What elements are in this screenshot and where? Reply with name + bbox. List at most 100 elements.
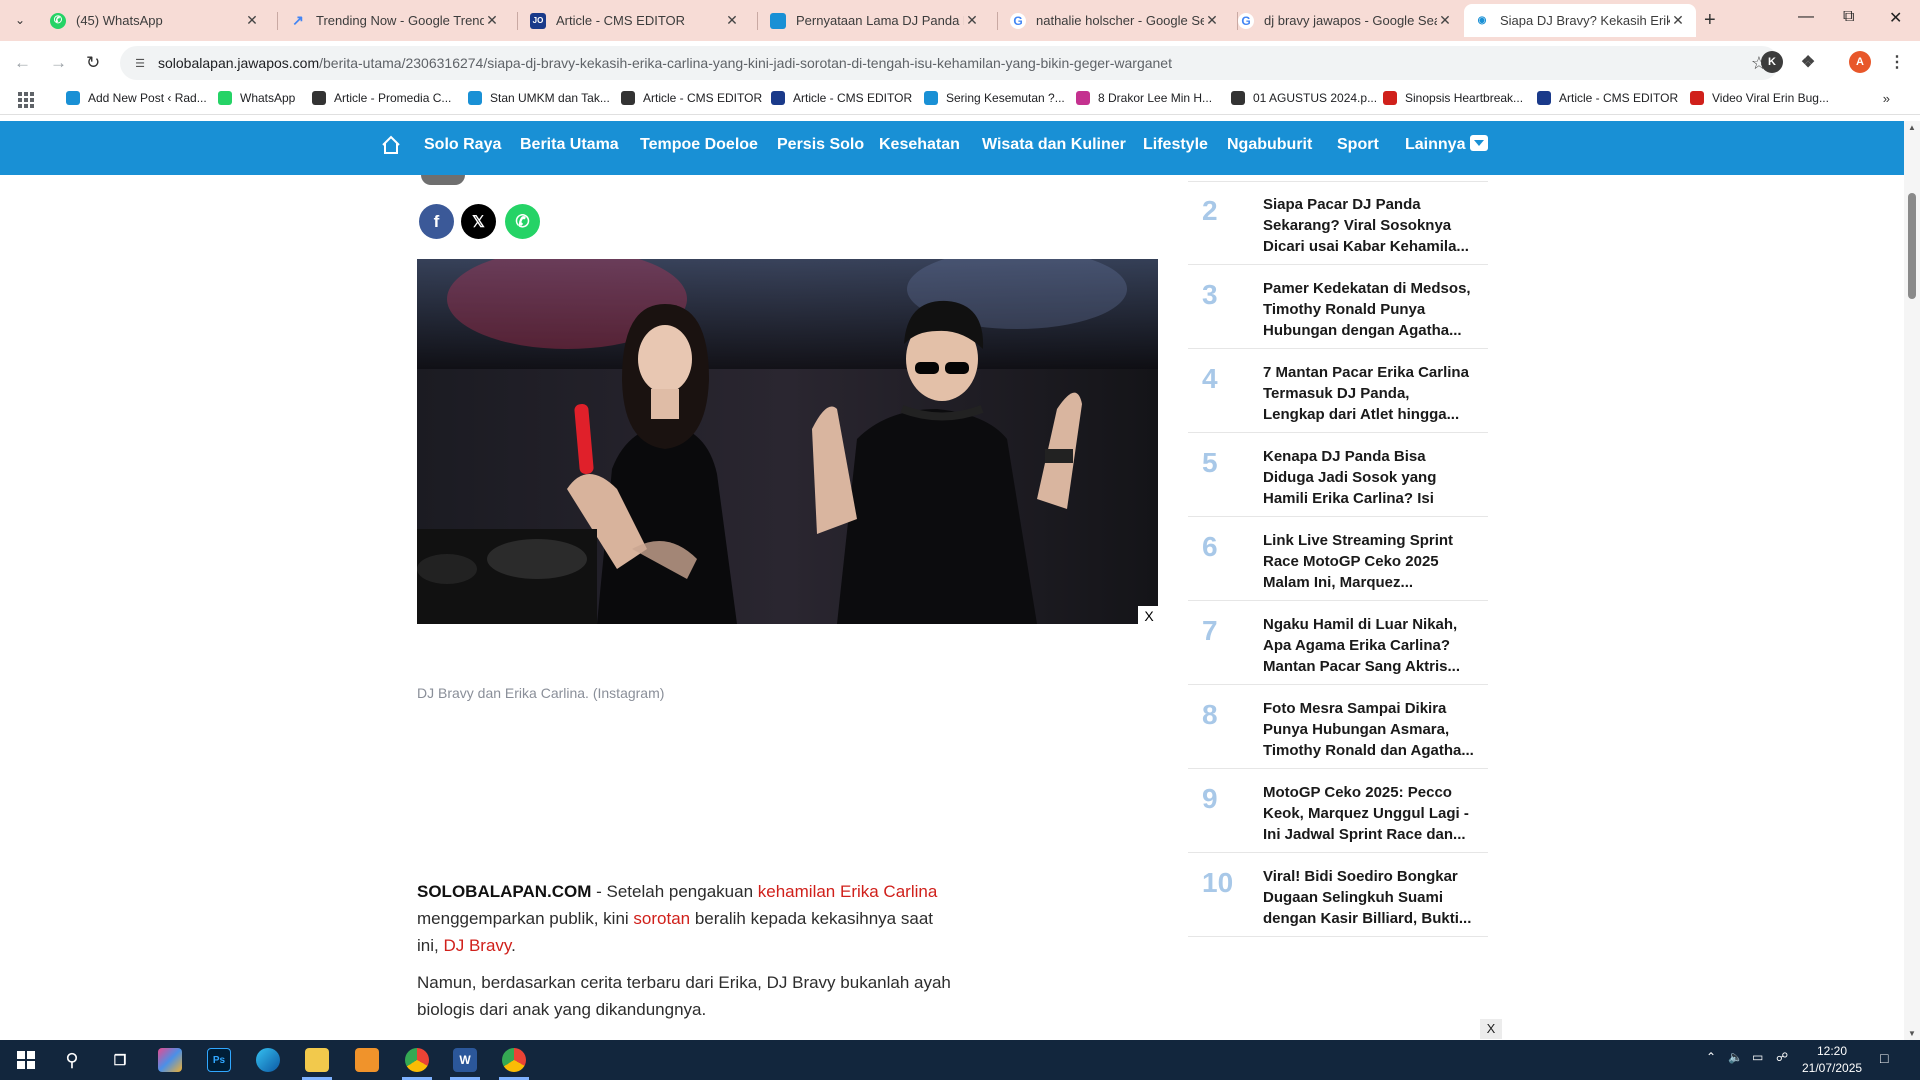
close-icon[interactable]: ✕: [1437, 12, 1453, 29]
popular-article-title[interactable]: Kenapa DJ Panda Bisa Diduga Jadi Sosok y…: [1263, 446, 1475, 509]
new-tab-icon[interactable]: +: [1704, 9, 1716, 32]
nav-item-berita-utama[interactable]: Berita Utama: [520, 136, 619, 154]
nav-item-ngabuburit[interactable]: Ngabuburit: [1227, 136, 1312, 154]
nav-item-tempoe-doeloe[interactable]: Tempoe Doeloe: [640, 136, 758, 154]
back-icon[interactable]: ←: [14, 53, 31, 73]
popular-article-title[interactable]: Siapa Pacar DJ Panda Sekarang? Viral Sos…: [1263, 194, 1475, 257]
url-text[interactable]: solobalapan.jawapos.com/berita-utama/230…: [158, 55, 1172, 71]
bookmark-item[interactable]: Article - CMS EDITOR: [1537, 91, 1678, 105]
windows-start-icon[interactable]: [14, 1048, 38, 1072]
popular-article-title[interactable]: Link Live Streaming Sprint Race MotoGP C…: [1263, 530, 1475, 593]
tab-pernyataan[interactable]: Pernyataan Lama DJ Panda Pun ✕: [760, 4, 990, 37]
whatsapp-share-icon[interactable]: ✆: [505, 204, 540, 239]
tab-whatsapp[interactable]: ✆ (45) WhatsApp ✕: [40, 4, 270, 37]
tab-active-article[interactable]: ◉ Siapa DJ Bravy? Kekasih Erika C ✕: [1464, 4, 1696, 37]
bookmark-item[interactable]: Add New Post ‹ Rad...: [66, 91, 207, 105]
window-close-icon[interactable]: ✕: [1889, 8, 1902, 28]
minimize-icon[interactable]: —: [1798, 8, 1814, 26]
link-sorotan[interactable]: sorotan: [633, 909, 690, 928]
popular-article-item[interactable]: 10 Viral! Bidi Soediro Bongkar Dugaan Sel…: [1188, 853, 1488, 937]
page-scrollbar[interactable]: ▲ ▼: [1904, 121, 1920, 1040]
word-icon[interactable]: W: [453, 1048, 477, 1072]
tab-google-search-2[interactable]: G dj bravy jawapos - Google Sear ✕: [1228, 4, 1463, 37]
network-icon[interactable]: ☍: [1776, 1050, 1788, 1064]
site-info-icon[interactable]: ☰: [132, 55, 148, 71]
popular-article-item[interactable]: 2 Siapa Pacar DJ Panda Sekarang? Viral So…: [1188, 181, 1488, 265]
chrome-icon[interactable]: [405, 1048, 429, 1072]
chevron-down-icon[interactable]: [1470, 135, 1488, 151]
extensions-puzzle-icon[interactable]: ❖: [1797, 51, 1819, 73]
close-icon[interactable]: ✕: [244, 12, 260, 29]
bookmark-item[interactable]: Sinopsis Heartbreak...: [1383, 91, 1523, 105]
notifications-icon[interactable]: □: [1880, 1050, 1888, 1066]
ad-close-button[interactable]: X: [1480, 1019, 1502, 1039]
nav-item-lifestyle[interactable]: Lifestyle: [1143, 136, 1208, 154]
popular-article-title[interactable]: Pamer Kedekatan di Medsos, Timothy Ronal…: [1263, 278, 1475, 341]
nav-item-kesehatan[interactable]: Kesehatan: [879, 136, 960, 154]
tab-cms-editor[interactable]: JO Article - CMS EDITOR ✕: [520, 4, 750, 37]
address-bar[interactable]: ☰ solobalapan.jawapos.com/berita-utama/2…: [120, 46, 1779, 80]
x-share-icon[interactable]: 𝕏: [461, 204, 496, 239]
speaker-muted-icon[interactable]: 🔈: [1728, 1050, 1743, 1064]
chrome-profile-icon[interactable]: [502, 1048, 526, 1072]
extension-avatar-icon[interactable]: K: [1761, 51, 1783, 73]
display-icon[interactable]: ▭: [1752, 1050, 1763, 1064]
popular-article-item[interactable]: 8 Foto Mesra Sampai Dikira Punya Hubungan…: [1188, 685, 1488, 769]
popular-article-item[interactable]: 3 Pamer Kedekatan di Medsos, Timothy Rona…: [1188, 265, 1488, 349]
tab-search-icon[interactable]: ⌄: [10, 10, 30, 30]
popular-article-item[interactable]: 5 Kenapa DJ Panda Bisa Diduga Jadi Sosok …: [1188, 433, 1488, 517]
file-explorer-icon[interactable]: [305, 1048, 329, 1072]
popular-article-item[interactable]: 4 7 Mantan Pacar Erika Carlina Termasuk D…: [1188, 349, 1488, 433]
popular-article-title[interactable]: Foto Mesra Sampai Dikira Punya Hubungan …: [1263, 698, 1475, 761]
bookmark-item[interactable]: Article - Promedia C...: [312, 91, 451, 105]
app-icon[interactable]: [355, 1048, 379, 1072]
close-icon[interactable]: ✕: [484, 12, 500, 29]
home-icon[interactable]: [380, 134, 402, 156]
popular-article-title[interactable]: MotoGP Ceko 2025: Pecco Keok, Marquez Un…: [1263, 782, 1475, 845]
photoshop-icon[interactable]: Ps: [207, 1048, 231, 1072]
close-icon[interactable]: ✕: [724, 12, 740, 29]
more-bookmarks-icon[interactable]: »: [1883, 91, 1890, 106]
apps-grid-icon[interactable]: [18, 92, 34, 108]
copilot-icon[interactable]: [158, 1048, 182, 1072]
nav-item-persis-solo[interactable]: Persis Solo: [777, 136, 864, 154]
popular-article-item[interactable]: 7 Ngaku Hamil di Luar Nikah, Apa Agama Er…: [1188, 601, 1488, 685]
bookmark-item[interactable]: Sering Kesemutan ?...: [924, 91, 1065, 105]
edge-icon[interactable]: [256, 1048, 280, 1072]
link-kehamilan-erika-carlina[interactable]: kehamilan Erika Carlina: [758, 882, 938, 901]
popular-article-title[interactable]: 7 Mantan Pacar Erika Carlina Termasuk DJ…: [1263, 362, 1475, 425]
popular-article-title[interactable]: Viral! Bidi Soediro Bongkar Dugaan Selin…: [1263, 866, 1475, 929]
profile-avatar[interactable]: A: [1849, 51, 1871, 73]
close-icon[interactable]: ✕: [1204, 12, 1220, 29]
browser-menu-icon[interactable]: ⋮: [1886, 51, 1908, 73]
nav-item-sport[interactable]: Sport: [1337, 136, 1379, 154]
close-icon[interactable]: ✕: [1670, 12, 1686, 29]
forward-icon[interactable]: →: [50, 53, 67, 73]
scroll-up-icon[interactable]: ▲: [1908, 123, 1916, 132]
link-dj-bravy[interactable]: DJ Bravy: [443, 936, 511, 955]
tab-google-trends[interactable]: ↗ Trending Now - Google Trends ✕: [280, 4, 510, 37]
scrollbar-thumb[interactable]: [1908, 193, 1916, 299]
nav-item-lainnya[interactable]: Lainnya: [1405, 136, 1465, 154]
facebook-share-icon[interactable]: f: [419, 204, 454, 239]
popular-article-item[interactable]: 9 MotoGP Ceko 2025: Pecco Keok, Marquez U…: [1188, 769, 1488, 853]
restore-icon[interactable]: ⧉: [1843, 8, 1854, 26]
close-icon[interactable]: ✕: [964, 12, 980, 29]
task-view-icon[interactable]: ❐: [108, 1048, 132, 1072]
bookmark-item[interactable]: Article - CMS EDITOR: [621, 91, 762, 105]
photo-close-button[interactable]: X: [1138, 606, 1160, 626]
bookmark-item[interactable]: Article - CMS EDITOR: [771, 91, 912, 105]
tab-google-search-1[interactable]: G nathalie holscher - Google Sear ✕: [1000, 4, 1230, 37]
bookmark-item[interactable]: Video Viral Erin Bug...: [1690, 91, 1829, 105]
popular-article-item[interactable]: 6 Link Live Streaming Sprint Race MotoGP …: [1188, 517, 1488, 601]
bookmark-item[interactable]: 01 AGUSTUS 2024.p...: [1231, 91, 1377, 105]
popular-article-title[interactable]: Ngaku Hamil di Luar Nikah, Apa Agama Eri…: [1263, 614, 1475, 677]
scroll-down-icon[interactable]: ▼: [1908, 1029, 1916, 1038]
nav-item-wisata-kuliner[interactable]: Wisata dan Kuliner: [982, 136, 1126, 154]
reload-icon[interactable]: ↻: [86, 53, 100, 73]
system-clock[interactable]: 12:20 21/07/2025: [1802, 1043, 1862, 1077]
nav-item-solo-raya[interactable]: Solo Raya: [424, 136, 501, 154]
search-icon[interactable]: ⚲: [60, 1048, 84, 1072]
bookmark-item[interactable]: Stan UMKM dan Tak...: [468, 91, 610, 105]
tray-chevron-up-icon[interactable]: ⌃: [1706, 1050, 1716, 1064]
